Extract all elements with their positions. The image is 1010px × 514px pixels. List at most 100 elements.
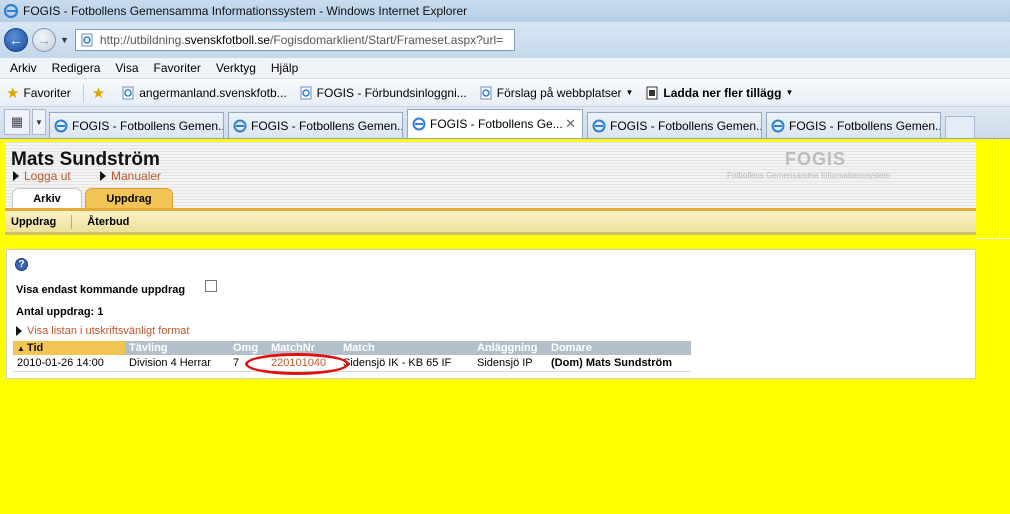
frame-divider xyxy=(976,238,1010,239)
menu-bar: Arkiv Redigera Visa Favoriter Verktyg Hj… xyxy=(0,58,1010,79)
tab-list-dropdown[interactable]: ▼ xyxy=(32,109,46,135)
suggested-sites-icon xyxy=(480,86,492,99)
browser-tab[interactable]: FOGIS - Fotbollens Gemen... xyxy=(49,112,224,138)
add-favorite-button[interactable]: ★ xyxy=(92,84,109,102)
quick-tabs-button[interactable]: ▦ xyxy=(4,109,30,135)
cell-anlaggning: Sidensjö IP xyxy=(473,355,547,372)
manuals-label: Manualer xyxy=(111,169,162,183)
arrow-left-icon: ← xyxy=(9,32,23,48)
chevron-down-icon: ▼ xyxy=(35,117,43,127)
assignments-panel: ? Visa endast kommande uppdrag Antal upp… xyxy=(6,249,976,379)
subnav-uppdrag[interactable]: Uppdrag xyxy=(11,216,56,228)
fogis-logo: FOGIS xyxy=(785,149,847,169)
history-dropdown-icon[interactable]: ▼ xyxy=(60,35,69,45)
tab-label: FOGIS - Fotbollens Ge... xyxy=(430,117,563,131)
cell-domare: (Dom) Mats Sundström xyxy=(547,355,691,372)
logout-link[interactable]: Logga ut xyxy=(13,169,71,183)
menu-verktyg[interactable]: Verktyg xyxy=(216,61,256,75)
help-icon[interactable]: ? xyxy=(15,258,28,271)
favorites-button[interactable]: ★ Favoriter xyxy=(6,84,71,102)
ie-page-icon xyxy=(54,119,68,132)
menu-favoriter[interactable]: Favoriter xyxy=(154,61,201,75)
column-tid[interactable]: ▲ Tid xyxy=(13,341,125,355)
quick-tabs-icon: ▦ xyxy=(10,114,24,129)
tab-label: FOGIS - Fotbollens Gemen... xyxy=(72,118,224,133)
subnav-aterbud[interactable]: Återbud xyxy=(87,216,129,228)
add-star-icon: ★ xyxy=(91,84,106,102)
favorites-bar: ★ Favoriter ★ angermanland.svenskfotb...… xyxy=(0,79,1010,107)
menu-visa[interactable]: Visa xyxy=(115,61,138,75)
assignment-count: Antal uppdrag: 1 xyxy=(16,306,104,318)
menu-redigera[interactable]: Redigera xyxy=(52,61,101,75)
favorite-label: Ladda ner fler tillägg xyxy=(663,85,782,100)
app-header: Mats Sundström Logga ut Manualer FOGIS F… xyxy=(5,142,976,209)
divider xyxy=(71,214,73,229)
new-tab-button[interactable] xyxy=(945,116,975,138)
tab-label: FOGIS - Fotbollens Gemen... xyxy=(610,118,762,133)
highlight-ellipse xyxy=(245,353,349,375)
sort-asc-icon: ▲ xyxy=(17,344,25,353)
browser-tab[interactable]: FOGIS - Fotbollens Gemen... xyxy=(228,112,403,138)
back-button[interactable]: ← xyxy=(4,28,28,52)
column-anlaggning[interactable]: Anläggning xyxy=(473,341,547,355)
page-icon xyxy=(122,86,134,99)
addons-icon xyxy=(646,86,658,99)
print-friendly-label: Visa listan i utskriftsvänligt format xyxy=(27,325,190,337)
table-header-row: ▲ Tid Tävling Omg MatchNr Match Anläggnin… xyxy=(13,341,691,355)
arrow-right-icon xyxy=(13,171,19,181)
address-bar[interactable]: http://utbildning.svenskfotboll.se/Fogis… xyxy=(74,29,515,51)
print-friendly-link[interactable]: Visa listan i utskriftsvänligt format xyxy=(16,325,189,337)
page-icon xyxy=(81,33,93,47)
cell-match: Sidensjö IK - KB 65 IF xyxy=(339,355,473,372)
ie-page-icon xyxy=(233,119,247,132)
url-text: http://utbildning.svenskfotboll.se/Fogis… xyxy=(99,33,504,47)
favorite-get-addons[interactable]: Ladda ner fler tillägg ▼ xyxy=(645,86,793,100)
arrow-right-icon xyxy=(100,171,106,181)
address-row: ← → ▼ http://utbildning.svenskfotboll.se… xyxy=(0,22,1010,58)
favorite-fogis-login[interactable]: FOGIS - Förbundsinloggni... xyxy=(299,86,467,100)
tab-label: FOGIS - Fotbollens Gemen... xyxy=(251,118,403,133)
divider xyxy=(82,83,84,102)
cell-tavling: Division 4 Herrar xyxy=(125,355,229,372)
forward-button[interactable]: → xyxy=(32,28,56,52)
tab-label: FOGIS - Fotbollens Gemen... xyxy=(789,118,941,133)
favorite-suggested-sites[interactable]: Förslag på webbplatser ▼ xyxy=(479,85,634,100)
frame-divider xyxy=(999,140,1000,238)
manuals-link[interactable]: Manualer xyxy=(100,169,161,183)
user-name: Mats Sundström xyxy=(11,149,160,170)
tab-uppdrag[interactable]: Uppdrag xyxy=(85,188,173,209)
cell-tid: 2010-01-26 14:00 xyxy=(13,355,125,372)
menu-arkiv[interactable]: Arkiv xyxy=(10,61,37,75)
table-row: 2010-01-26 14:00 Division 4 Herrar 7 220… xyxy=(13,355,691,372)
column-tavling[interactable]: Tävling xyxy=(125,341,229,355)
column-domare[interactable]: Domare xyxy=(547,341,691,355)
ie-page-icon xyxy=(592,119,606,132)
close-tab-icon[interactable]: ✕ xyxy=(565,116,576,132)
window-titlebar: FOGIS - Fotbollens Gemensamma Informatio… xyxy=(0,0,1010,22)
ie-page-icon xyxy=(771,119,785,132)
browser-tab[interactable]: FOGIS - Fotbollens Gemen... xyxy=(587,112,762,138)
fogis-subtitle: Fotbollens Gemensamma Informationssystem xyxy=(727,171,891,180)
browser-tab[interactable]: FOGIS - Fotbollens Gemen... xyxy=(766,112,941,138)
browser-tab-active[interactable]: FOGIS - Fotbollens Ge... ✕ xyxy=(407,109,583,138)
arrow-right-icon xyxy=(16,326,22,336)
tab-bar: ▦ ▼ FOGIS - Fotbollens Gemen... FOGIS - … xyxy=(0,107,1010,139)
logout-label: Logga ut xyxy=(24,169,71,183)
chevron-down-icon: ▼ xyxy=(785,88,794,97)
menu-hjalp[interactable]: Hjälp xyxy=(271,61,298,75)
tab-arkiv[interactable]: Arkiv xyxy=(12,188,82,209)
favorite-angermanland[interactable]: angermanland.svenskfotb... xyxy=(121,86,287,100)
chevron-down-icon: ▼ xyxy=(625,88,634,97)
assignments-table: ▲ Tid Tävling Omg MatchNr Match Anläggnin… xyxy=(13,341,691,372)
upcoming-only-checkbox[interactable] xyxy=(205,280,217,292)
page-content: Mats Sundström Logga ut Manualer FOGIS F… xyxy=(0,140,1010,514)
column-match[interactable]: Match xyxy=(339,341,473,355)
ie-logo-icon xyxy=(4,4,18,18)
page-icon xyxy=(300,86,312,99)
favorite-label: Förslag på webbplatser xyxy=(496,85,622,100)
star-icon: ★ xyxy=(6,84,20,102)
column-omg[interactable]: Omg xyxy=(229,341,267,355)
arrow-right-icon: → xyxy=(37,32,51,48)
upcoming-only-label: Visa endast kommande uppdrag xyxy=(16,284,186,296)
ie-page-icon xyxy=(412,117,426,131)
